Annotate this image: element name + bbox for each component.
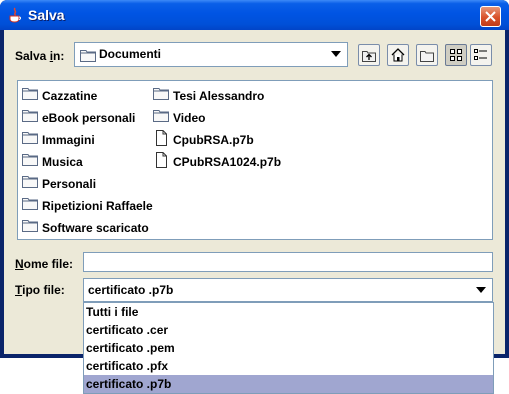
folder-icon xyxy=(22,154,38,166)
list-item-label: eBook personali xyxy=(42,111,136,125)
dropdown-option-label: certificato .pfx xyxy=(86,359,169,373)
file-name-label: Nome file: xyxy=(15,257,74,271)
dropdown-option[interactable]: certificato .pfx xyxy=(84,357,493,375)
folder-icon xyxy=(22,198,38,210)
file-icon xyxy=(156,130,167,146)
save-in-label: Salva in: xyxy=(15,49,65,63)
list-item-label: CPubRSA1024.p7b xyxy=(173,155,282,169)
list-view-button[interactable] xyxy=(445,44,467,66)
file-type-dropdown[interactable]: Tutti i file certificato .cer certificato … xyxy=(83,302,494,394)
dropdown-option[interactable]: certificato .cer xyxy=(84,321,493,339)
dropdown-option-label: certificato .pem xyxy=(86,341,175,355)
java-cup-icon xyxy=(9,7,21,23)
home-icon xyxy=(391,48,405,62)
title-bar[interactable]: Salva xyxy=(0,0,509,30)
list-item-label: Tesi Alessandro xyxy=(173,89,265,103)
up-folder-button[interactable] xyxy=(358,44,380,66)
folder-icon xyxy=(153,88,169,100)
dropdown-option-label: Tutti i file xyxy=(86,305,139,319)
file-icon xyxy=(156,152,167,168)
dropdown-option-label: certificato .cer xyxy=(86,323,169,337)
dropdown-option[interactable]: Tutti i file xyxy=(84,303,493,321)
close-button[interactable] xyxy=(480,6,501,27)
folder-icon xyxy=(80,50,96,62)
dropdown-option[interactable]: certificato .pem xyxy=(84,339,493,357)
file-list[interactable]: Cazzatine eBook personali Immagini Musica Pe… xyxy=(17,80,493,240)
list-item-label: Video xyxy=(173,111,206,125)
file-type-combo[interactable]: certificato .p7b xyxy=(83,278,493,302)
folder-icon xyxy=(22,110,38,122)
new-folder-icon xyxy=(420,51,434,62)
folder-icon xyxy=(22,176,38,188)
dropdown-option-label: certificato .p7b xyxy=(86,377,172,391)
chevron-down-icon xyxy=(476,287,486,293)
folder-icon xyxy=(22,220,38,232)
details-view-button[interactable] xyxy=(470,44,492,66)
list-view-icon xyxy=(450,49,462,61)
list-item-label: Musica xyxy=(42,155,83,169)
list-item-label: Software scaricato xyxy=(42,221,149,235)
close-icon xyxy=(485,11,496,22)
folder-icon xyxy=(22,132,38,144)
list-item-label: Cazzatine xyxy=(42,89,98,103)
new-folder-button[interactable] xyxy=(416,44,438,66)
chevron-down-icon xyxy=(331,51,341,57)
save-in-value: Documenti xyxy=(99,47,162,61)
list-item-label: Ripetizioni Raffaele xyxy=(42,199,153,213)
window-title: Salva xyxy=(28,7,65,23)
list-item-label: Personali xyxy=(42,177,97,191)
home-button[interactable] xyxy=(387,44,409,66)
dropdown-option[interactable]: certificato .p7b xyxy=(84,375,493,393)
details-view-icon xyxy=(474,49,487,60)
file-name-input[interactable] xyxy=(83,252,493,272)
list-item-label: CpubRSA.p7b xyxy=(173,133,254,147)
list-item-label: Immagini xyxy=(42,133,95,147)
file-type-label: Tipo file: xyxy=(15,283,65,297)
folder-icon xyxy=(153,110,169,122)
save-in-combo[interactable]: Documenti xyxy=(74,42,348,67)
file-type-value: certificato .p7b xyxy=(88,283,174,297)
up-folder-icon xyxy=(362,51,376,62)
folder-icon xyxy=(22,88,38,100)
